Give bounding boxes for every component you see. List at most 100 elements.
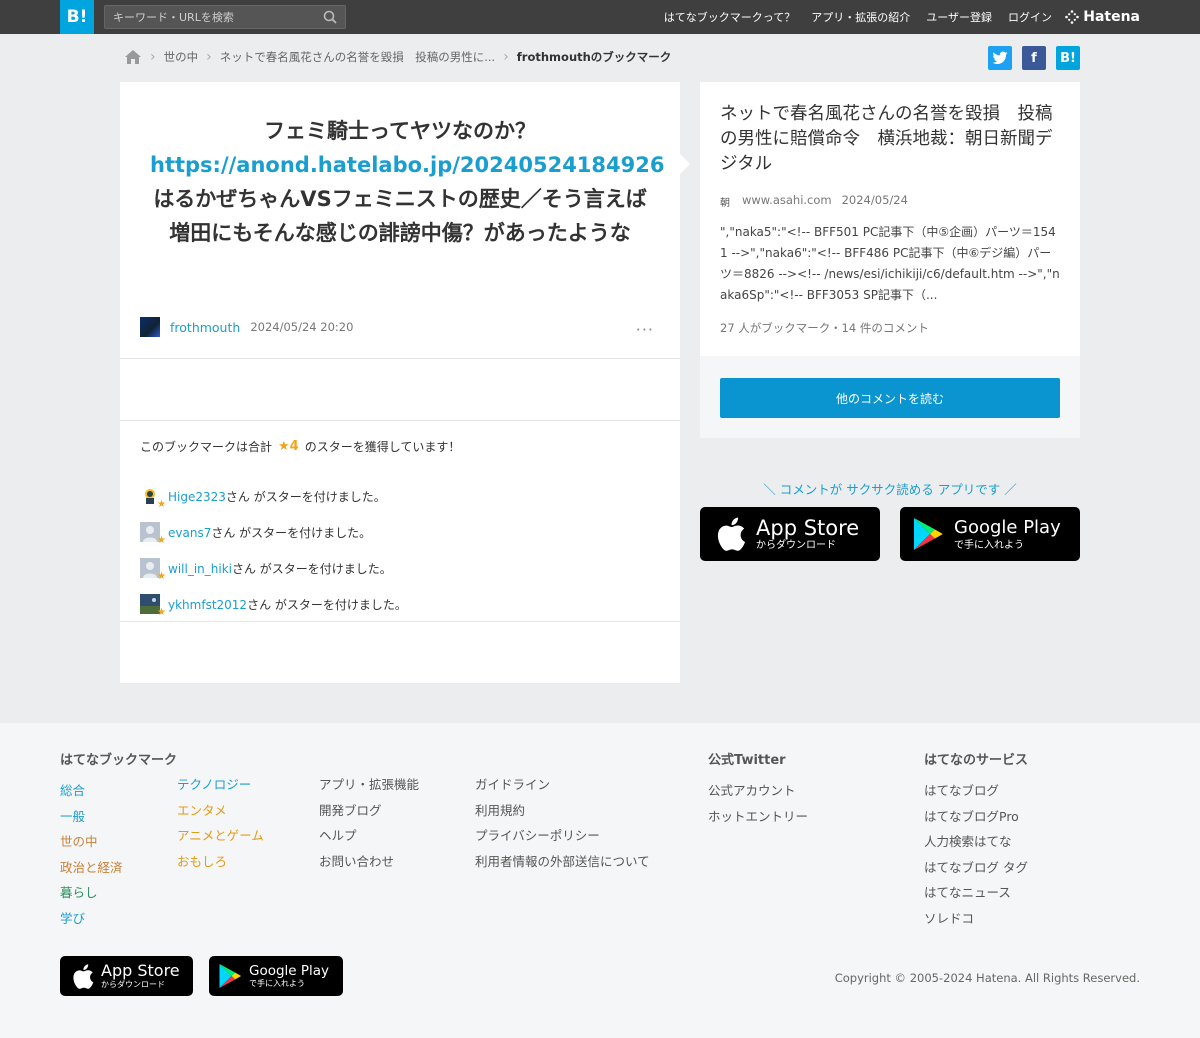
footer-link-devblog[interactable]: 開発ブログ (319, 803, 382, 818)
chevron-right-icon: › (206, 49, 212, 65)
google-play-badge[interactable]: Google Play で手に入れよう (900, 507, 1080, 561)
search-icon[interactable] (323, 10, 337, 24)
more-menu-icon[interactable]: ··· (636, 320, 654, 339)
footer-cat-life[interactable]: 暮らし (60, 885, 98, 900)
app-store-subtitle: からダウンロード (101, 980, 165, 989)
footer-twitter-col: 公式Twitter 公式アカウント ホットエントリー (708, 749, 808, 831)
card-pointer (680, 154, 690, 174)
star-user[interactable]: Hige2323 (168, 490, 226, 504)
footer-link-help[interactable]: ヘルプ (319, 828, 357, 843)
breadcrumb: › 世の中 › ネットで春名風花さんの名誉を毀損 投稿の男性に... › fro… (124, 46, 671, 68)
site-favicon-icon: 朝 (720, 198, 730, 209)
star-list: ★ Hige2323さん がスターを付けました。 ★ evans7さん がスター… (140, 478, 407, 622)
nav-register[interactable]: ユーザー登録 (926, 9, 992, 25)
footer-cat-fun[interactable]: おもしろ (177, 854, 227, 869)
footer-service-blog[interactable]: はてなブログ (924, 783, 999, 798)
facebook-f-icon: f (1031, 50, 1037, 66)
footer-link-terms[interactable]: 利用規約 (475, 803, 525, 818)
footer-link-apps[interactable]: アプリ・拡張機能 (319, 777, 419, 792)
footer-bookmark-col: はてなブックマーク 総合 一般 世の中 政治と経済 暮らし 学び (60, 749, 177, 934)
home-icon[interactable] (124, 49, 142, 65)
twitter-share-button[interactable] (988, 46, 1012, 70)
star-icon: ★ (157, 535, 166, 546)
footer-link-guideline[interactable]: ガイドライン (475, 777, 550, 792)
entry-domain[interactable]: www.asahi.com (742, 193, 832, 207)
star-user[interactable]: ykhmfst2012 (168, 598, 247, 612)
footer: はてなブックマーク 総合 一般 世の中 政治と経済 暮らし 学び テクノロジー … (0, 723, 1200, 1038)
google-play-subtitle: で手に入れよう (954, 540, 1024, 551)
footer-cat-social[interactable]: 世の中 (60, 834, 98, 849)
breadcrumb-entry[interactable]: ネットで春名風花さんの名誉を毀損 投稿の男性に... (220, 49, 495, 65)
footer-cat-game[interactable]: アニメとゲーム (177, 828, 264, 843)
entry-bookmark-count[interactable]: 27 人がブックマーク・14 件のコメント (720, 320, 929, 336)
bookmark-comment: フェミ騎士ってヤツなのか？ https://anond.hatelabo.jp/… (150, 114, 664, 250)
footer-twitter-official[interactable]: 公式アカウント (708, 783, 796, 798)
entry-meta: 朝 www.asahi.com 2024/05/24 (720, 193, 908, 209)
avatar[interactable]: ★ (140, 558, 166, 582)
footer-service-soredoko[interactable]: ソレドコ (924, 911, 974, 926)
bookmark-date: 2024/05/24 20:20 (250, 320, 354, 334)
footer-link-external-transmission[interactable]: 利用者情報の外部送信について (475, 854, 650, 869)
app-store-title: App Store (756, 516, 860, 540)
footer-link-contact[interactable]: お問い合わせ (319, 854, 394, 869)
entry-actions: 他のコメントを読む (700, 356, 1080, 438)
footer-cat-knowledge[interactable]: 学び (60, 911, 85, 926)
footer-google-play-badge[interactable]: Google Play で手に入れよう (209, 956, 343, 996)
star-row: ★ ykhmfst2012さん がスターを付けました。 (140, 586, 407, 622)
star-row: ★ will_in_hikiさん がスターを付けました。 (140, 550, 407, 586)
divider (120, 621, 680, 622)
search-input[interactable] (105, 6, 315, 28)
footer-heading: はてなブックマーク (60, 753, 178, 768)
read-comments-button[interactable]: 他のコメントを読む (720, 378, 1060, 418)
footer-cat-it[interactable]: テクノロジー (177, 777, 251, 792)
star-row: ★ evans7さん がスターを付けました。 (140, 514, 407, 550)
footer-cats-col2: テクノロジー エンタメ アニメとゲーム おもしろ (177, 774, 264, 876)
nav-apps[interactable]: アプリ・拡張の紹介 (811, 9, 910, 25)
footer-twitter-hotentry[interactable]: ホットエントリー (708, 809, 808, 824)
avatar[interactable]: ★ (140, 486, 166, 510)
hatena-bookmark-logo[interactable]: B! (60, 0, 94, 34)
avatar[interactable]: ★ (140, 594, 166, 618)
footer-cat-general[interactable]: 総合 (60, 783, 85, 798)
footer-service-blogtag[interactable]: はてなブログ タグ (924, 860, 1028, 875)
footer-cat-entertainment[interactable]: エンタメ (177, 803, 227, 818)
comment-link[interactable]: https://anond.hatelabo.jp/20240524184926 (150, 148, 664, 182)
entry-title[interactable]: ネットで春名風花さんの名誉を毀損 投稿の男性に賠償命令 横浜地裁：朝日新聞デジタ… (720, 102, 1065, 177)
footer-services-col: はてなのサービス はてなブログ はてなブログPro 人力検索はてな はてなブログ… (924, 749, 1028, 934)
star-text: さん がスターを付けました。 (225, 489, 386, 504)
apple-icon (717, 517, 746, 551)
footer-app-store-badge[interactable]: App Store からダウンロード (60, 956, 193, 996)
avatar[interactable]: ★ (140, 522, 166, 546)
entry-date: 2024/05/24 (841, 193, 908, 207)
footer-cat-economics[interactable]: 政治と経済 (60, 860, 123, 875)
divider (120, 420, 680, 421)
app-store-subtitle: からダウンロード (756, 540, 836, 551)
footer-service-news[interactable]: はてなニュース (924, 885, 1011, 900)
hatena-logo[interactable]: Hatena (1065, 8, 1140, 26)
footer-heading: 公式Twitter (708, 753, 786, 768)
avatar[interactable] (140, 317, 160, 337)
nav-login[interactable]: ログイン (1008, 9, 1052, 25)
hatena-logo-text: Hatena (1083, 9, 1140, 25)
google-play-title: Google Play (954, 517, 1061, 538)
hatebu-b-icon: B! (1060, 50, 1076, 66)
star-count: ★4 (278, 439, 299, 454)
star-user[interactable]: evans7 (168, 526, 211, 540)
footer-links-col3: アプリ・拡張機能 開発ブログ ヘルプ お問い合わせ (319, 774, 419, 876)
footer-cat-ippan[interactable]: 一般 (60, 809, 85, 824)
app-store-badge[interactable]: App Store からダウンロード (700, 507, 880, 561)
facebook-share-button[interactable]: f (1022, 46, 1046, 70)
footer-links-col4: ガイドライン 利用規約 プライバシーポリシー 利用者情報の外部送信について (475, 774, 650, 876)
star-user[interactable]: will_in_hiki (168, 562, 232, 576)
bookmark-byline: frothmouth 2024/05/24 20:20 (140, 316, 353, 338)
footer-link-privacy[interactable]: プライバシーポリシー (475, 828, 600, 843)
google-play-icon (914, 518, 943, 550)
bookmark-user[interactable]: frothmouth (170, 320, 240, 335)
breadcrumb-category[interactable]: 世の中 (164, 49, 199, 65)
nav-about[interactable]: はてなブックマークって？ (664, 9, 795, 25)
hatebu-share-button[interactable]: B! (1056, 46, 1080, 70)
apple-icon (73, 963, 94, 989)
footer-service-blogpro[interactable]: はてなブログPro (924, 809, 1019, 824)
top-bar: B! はてなブックマークって？ アプリ・拡張の紹介 ユーザー登録 ログイン Ha… (0, 0, 1200, 34)
footer-service-question[interactable]: 人力検索はてな (924, 834, 1012, 849)
